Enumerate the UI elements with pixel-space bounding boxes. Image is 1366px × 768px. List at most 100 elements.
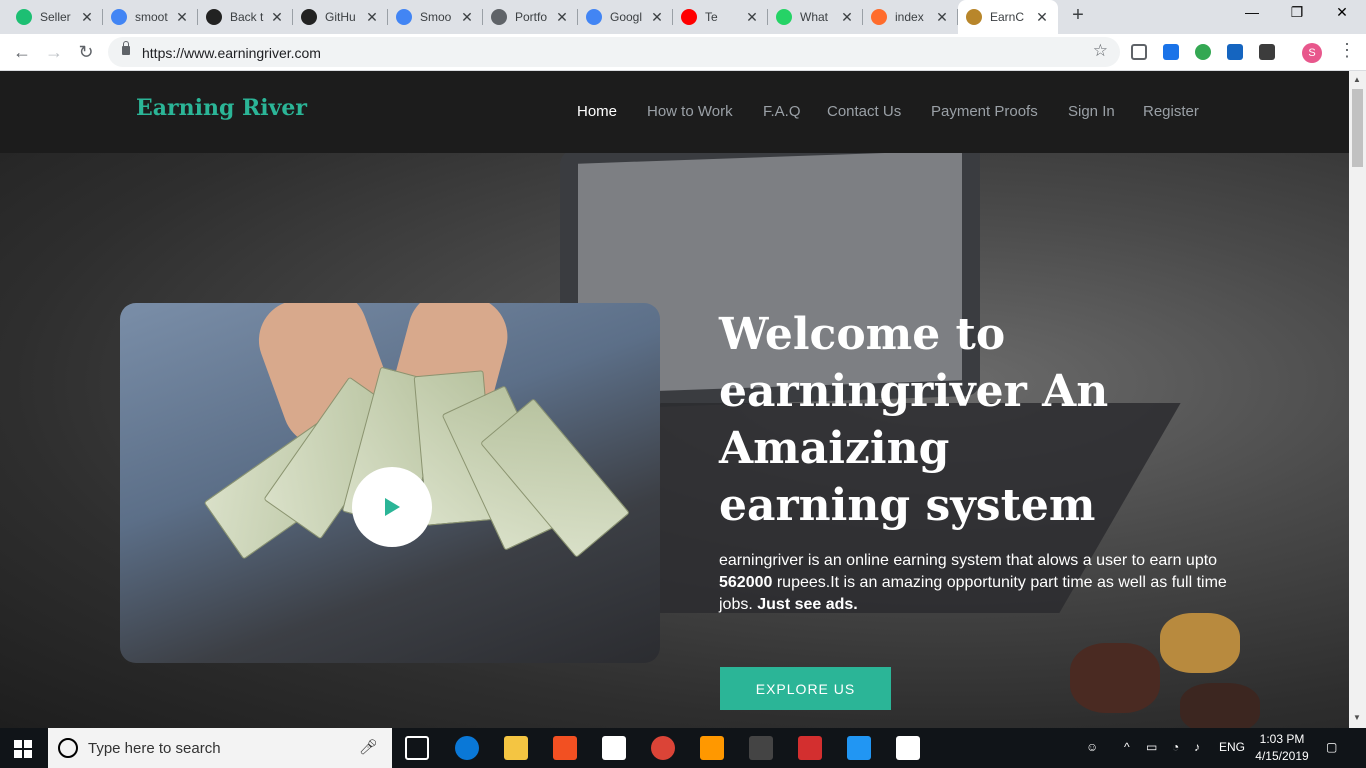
close-window-button[interactable]: ✕ — [1322, 4, 1362, 26]
extension-screenshot-icon[interactable] — [1163, 44, 1179, 60]
hero-section: Welcome to earningriver An Amaizing earn… — [0, 153, 1349, 728]
close-tab-icon[interactable]: ✕ — [269, 9, 285, 26]
browser-tab[interactable]: Seller ✕ — [8, 0, 103, 34]
google-icon — [586, 9, 602, 25]
bookmark-star-icon[interactable]: ☆ — [1093, 41, 1108, 61]
play-button[interactable] — [352, 467, 432, 547]
system-clock[interactable]: 1:03 PM 4/15/2019 — [1252, 731, 1312, 765]
close-tab-icon[interactable]: ✕ — [934, 9, 950, 26]
close-tab-icon[interactable]: ✕ — [649, 9, 665, 26]
page-viewport: Earning River Home How to Work F.A.Q Contac… — [0, 71, 1349, 728]
tab-title: What — [800, 10, 829, 24]
page-icon — [491, 9, 507, 25]
close-tab-icon[interactable]: ✕ — [364, 9, 380, 26]
close-tab-icon[interactable]: ✕ — [459, 9, 475, 26]
store-icon[interactable] — [553, 736, 577, 760]
tab-title: index — [895, 10, 924, 24]
extension-download-icon[interactable] — [1227, 44, 1243, 60]
site-icon — [966, 9, 982, 25]
tab-title: EarnC — [990, 10, 1025, 24]
windows-taskbar: Type here to search 🎤︎ ☺ ^ ▭ ◔ ♪ ENG 1:0… — [0, 728, 1366, 768]
site-navbar: Earning River Home How to Work F.A.Q Contac… — [0, 71, 1349, 153]
browser-tab[interactable]: EarnC ✕ — [958, 0, 1058, 34]
app-window-icon[interactable] — [847, 736, 871, 760]
forward-arrow-icon[interactable]: → — [42, 40, 66, 64]
pdf-reader-icon[interactable] — [798, 736, 822, 760]
cast-icon[interactable] — [1131, 44, 1147, 60]
mail-icon[interactable] — [602, 736, 626, 760]
edge-icon[interactable] — [455, 736, 479, 760]
close-tab-icon[interactable]: ✕ — [1034, 9, 1050, 26]
page-scrollbar[interactable]: ▲ ▼ — [1349, 71, 1366, 728]
file-explorer-icon[interactable] — [504, 736, 528, 760]
scroll-thumb[interactable] — [1352, 89, 1363, 167]
restore-button[interactable]: ❐ — [1277, 4, 1317, 26]
tab-title: Seller — [40, 10, 71, 24]
browser-toolbar: ← → ↻ https://www.earningriver.com ☆ S ⋮ — [0, 34, 1366, 71]
new-tab-button[interactable]: + — [1068, 4, 1088, 28]
nav-link-home[interactable]: Home — [577, 103, 617, 120]
cortana-icon — [58, 738, 78, 758]
people-icon[interactable]: ☺ — [1086, 740, 1098, 754]
youtube-icon — [681, 9, 697, 25]
tab-title: Smoo — [420, 10, 452, 24]
site-brand-logo[interactable]: Earning River — [136, 95, 307, 121]
taskbar-search-box[interactable]: Type here to search 🎤︎ — [48, 728, 392, 768]
tab-title: Googl — [610, 10, 643, 24]
battery-icon[interactable]: ▭ — [1146, 740, 1157, 754]
browser-tab[interactable]: What ✕ — [768, 0, 863, 34]
address-url[interactable]: https://www.earningriver.com — [142, 45, 321, 61]
github-icon — [301, 9, 317, 25]
profile-avatar[interactable]: S — [1302, 43, 1322, 63]
windows-start-icon[interactable] — [14, 740, 32, 758]
pen-tool-icon[interactable] — [749, 736, 773, 760]
hero-video-thumbnail[interactable] — [120, 303, 660, 663]
browser-menu-icon[interactable]: ⋮ — [1338, 40, 1356, 61]
browser-tab[interactable]: smoot ✕ — [103, 0, 198, 34]
extension-globe-icon[interactable] — [1195, 44, 1211, 60]
sublime-text-icon[interactable] — [700, 736, 724, 760]
wifi-icon[interactable]: ◔ — [1172, 740, 1179, 754]
cpanel-icon — [871, 9, 887, 25]
nav-link-f-a-q[interactable]: F.A.Q — [763, 103, 801, 120]
close-tab-icon[interactable]: ✕ — [174, 9, 190, 26]
chrome-icon[interactable] — [651, 736, 675, 760]
back-arrow-icon[interactable]: ← — [10, 40, 34, 64]
tab-title: Back t — [230, 10, 264, 24]
close-tab-icon[interactable]: ✕ — [79, 9, 95, 26]
close-tab-icon[interactable]: ✕ — [554, 9, 570, 26]
show-hidden-icons-icon[interactable]: ^ — [1124, 740, 1130, 754]
nav-link-sign-in[interactable]: Sign In — [1068, 103, 1115, 120]
task-view-icon[interactable] — [405, 736, 429, 760]
nav-link-payment-proofs[interactable]: Payment Proofs — [931, 103, 1038, 120]
scroll-down-icon[interactable]: ▼ — [1353, 713, 1361, 722]
notifications-icon[interactable]: ▢ — [1326, 740, 1337, 754]
browser-tab[interactable]: GitHu ✕ — [293, 0, 388, 34]
whatsapp-icon — [776, 9, 792, 25]
volume-icon[interactable]: ♪ — [1194, 740, 1200, 754]
extension-film-icon[interactable] — [1259, 44, 1275, 60]
play-icon — [385, 498, 400, 516]
nav-link-register[interactable]: Register — [1143, 103, 1199, 120]
tab-title: smoot — [135, 10, 168, 24]
browser-tab[interactable]: Back t ✕ — [198, 0, 293, 34]
reload-icon[interactable]: ↻ — [74, 40, 98, 64]
nav-link-contact-us[interactable]: Contact Us — [827, 103, 901, 120]
scroll-up-icon[interactable]: ▲ — [1353, 75, 1361, 84]
browser-tab[interactable]: Te ✕ — [673, 0, 768, 34]
minimize-button[interactable]: — — [1232, 4, 1272, 26]
tab-title: GitHu — [325, 10, 356, 24]
microphone-icon[interactable]: 🎤︎ — [359, 738, 378, 756]
language-indicator[interactable]: ENG — [1219, 740, 1245, 754]
clock-date: 4/15/2019 — [1255, 749, 1309, 763]
browser-tab[interactable]: Googl ✕ — [578, 0, 673, 34]
browser-tab[interactable]: Portfo ✕ — [483, 0, 578, 34]
nav-link-how-to-work[interactable]: How to Work — [647, 103, 733, 120]
address-bar[interactable]: https://www.earningriver.com ☆ — [108, 37, 1120, 67]
photos-icon[interactable] — [896, 736, 920, 760]
browser-tab[interactable]: Smoo ✕ — [388, 0, 483, 34]
close-tab-icon[interactable]: ✕ — [744, 9, 760, 26]
browser-tab[interactable]: index ✕ — [863, 0, 958, 34]
explore-us-button[interactable]: EXPLORE US — [720, 667, 891, 710]
close-tab-icon[interactable]: ✕ — [839, 9, 855, 26]
